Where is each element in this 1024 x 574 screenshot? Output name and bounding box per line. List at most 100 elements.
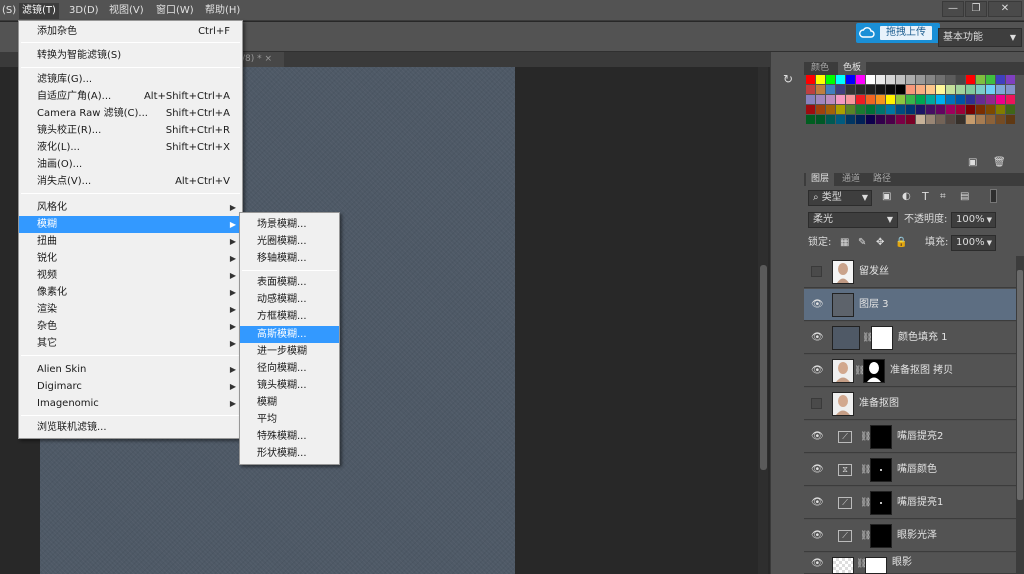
- swatch[interactable]: [996, 75, 1005, 84]
- visibility-toggle[interactable]: [811, 398, 822, 409]
- swatch[interactable]: [826, 105, 835, 114]
- menu-item-filter-gallery[interactable]: 滤镜库(G)...: [19, 71, 242, 88]
- menu-view[interactable]: 视图(V): [106, 3, 147, 19]
- fill-input[interactable]: 100% ▼: [951, 235, 996, 251]
- swatch[interactable]: [826, 85, 835, 94]
- swatch[interactable]: [926, 85, 935, 94]
- swatch[interactable]: [836, 75, 845, 84]
- layer-row[interactable]: 👁 ⟋ ⛓ 嘴唇提亮2: [804, 421, 1016, 453]
- swatch[interactable]: [976, 85, 985, 94]
- swatch[interactable]: [836, 95, 845, 104]
- swatch[interactable]: [1006, 75, 1015, 84]
- submenu-item-box-blur[interactable]: 方框模糊...: [240, 308, 339, 325]
- menu-item-imagenomic[interactable]: Imagenomic ▶: [19, 395, 242, 412]
- submenu-item-blur-more[interactable]: 进一步模糊: [240, 343, 339, 360]
- submenu-item-tilt-shift[interactable]: 移轴模糊...: [240, 250, 339, 267]
- swatch[interactable]: [976, 95, 985, 104]
- swatch[interactable]: [866, 95, 875, 104]
- swatch[interactable]: [1006, 115, 1015, 124]
- tab-layers[interactable]: 图层: [806, 173, 835, 186]
- swatch[interactable]: [896, 115, 905, 124]
- swatch[interactable]: [946, 115, 955, 124]
- swatch[interactable]: [866, 115, 875, 124]
- swatch[interactable]: [816, 115, 825, 124]
- swatch[interactable]: [936, 105, 945, 114]
- swatch[interactable]: [816, 105, 825, 114]
- swatch[interactable]: [946, 85, 955, 94]
- submenu-item-blur[interactable]: 模糊: [240, 394, 339, 411]
- tab-color[interactable]: 颜色: [806, 62, 834, 75]
- swatch[interactable]: [846, 115, 855, 124]
- swatch[interactable]: [966, 95, 975, 104]
- menu-item-lens-correction[interactable]: 镜头校正(R)... Shift+Ctrl+R: [19, 122, 242, 139]
- swatch[interactable]: [876, 115, 885, 124]
- swatch[interactable]: [856, 75, 865, 84]
- menu-item-distort[interactable]: 扭曲 ▶: [19, 233, 242, 250]
- swatch[interactable]: [806, 75, 815, 84]
- swatch[interactable]: [866, 75, 875, 84]
- layer-row[interactable]: 留发丝: [804, 256, 1016, 288]
- layer-row[interactable]: 👁 图层 3: [804, 289, 1016, 321]
- lock-move-icon[interactable]: ✥: [876, 237, 884, 248]
- swatch[interactable]: [896, 85, 905, 94]
- swatch[interactable]: [1006, 95, 1015, 104]
- swatch[interactable]: [886, 115, 895, 124]
- swatch[interactable]: [906, 85, 915, 94]
- swatch[interactable]: [826, 75, 835, 84]
- swatch[interactable]: [856, 105, 865, 114]
- swatch[interactable]: [946, 75, 955, 84]
- swatch[interactable]: [876, 85, 885, 94]
- swatch[interactable]: [846, 105, 855, 114]
- eye-icon[interactable]: 👁: [811, 332, 824, 343]
- menu-select[interactable]: (S): [0, 3, 19, 19]
- smart-object-filter-icon[interactable]: ▤: [960, 191, 969, 202]
- new-swatch-icon[interactable]: ▣: [968, 157, 978, 168]
- layer-row[interactable]: 👁 ⧖ ⛓ 嘴唇颜色: [804, 454, 1016, 486]
- swatch[interactable]: [806, 115, 815, 124]
- swatch[interactable]: [936, 75, 945, 84]
- eye-icon[interactable]: 👁: [811, 365, 824, 376]
- swatch[interactable]: [826, 95, 835, 104]
- swatch[interactable]: [936, 115, 945, 124]
- swatch[interactable]: [966, 75, 975, 84]
- swatch[interactable]: [916, 85, 925, 94]
- swatch[interactable]: [816, 85, 825, 94]
- eye-icon[interactable]: 👁: [811, 431, 824, 442]
- layer-row[interactable]: 👁 ⟋ ⛓ 眼影光泽: [804, 520, 1016, 552]
- opacity-input[interactable]: 100% ▼: [951, 212, 996, 228]
- swatch[interactable]: [836, 85, 845, 94]
- swatch[interactable]: [996, 85, 1005, 94]
- eye-icon[interactable]: 👁: [811, 530, 824, 541]
- submenu-item-average[interactable]: 平均: [240, 411, 339, 428]
- swatch[interactable]: [806, 85, 815, 94]
- menu-filter[interactable]: 滤镜(T): [19, 3, 59, 19]
- menu-item-alien-skin[interactable]: Alien Skin ▶: [19, 361, 242, 378]
- menu-item-pixelate[interactable]: 像素化 ▶: [19, 284, 242, 301]
- swatch[interactable]: [986, 105, 995, 114]
- layer-row[interactable]: 👁 ⟋ ⛓ 嘴唇提亮1: [804, 487, 1016, 519]
- menu-item-vanishing-point[interactable]: 消失点(V)... Alt+Ctrl+V: [19, 173, 242, 190]
- submenu-item-lens-blur[interactable]: 镜头模糊...: [240, 377, 339, 394]
- tab-channels[interactable]: 通道: [837, 173, 865, 186]
- swatch[interactable]: [976, 105, 985, 114]
- submenu-item-field-blur[interactable]: 场景模糊...: [240, 216, 339, 233]
- layers-scrollbar-thumb[interactable]: [1017, 270, 1023, 500]
- filter-toggle-switch[interactable]: [990, 189, 997, 203]
- swatch[interactable]: [926, 105, 935, 114]
- menu-3d[interactable]: 3D(D): [66, 3, 102, 19]
- swatch[interactable]: [856, 95, 865, 104]
- swatch[interactable]: [806, 105, 815, 114]
- swatch[interactable]: [856, 85, 865, 94]
- swatch[interactable]: [886, 75, 895, 84]
- swatch[interactable]: [886, 105, 895, 114]
- menu-item-liquify[interactable]: 液化(L)... Shift+Ctrl+X: [19, 139, 242, 156]
- tab-swatches[interactable]: 色板: [838, 62, 867, 75]
- submenu-item-motion-blur[interactable]: 动感模糊...: [240, 291, 339, 308]
- swatch[interactable]: [936, 95, 945, 104]
- type-filter-icon[interactable]: T: [922, 190, 929, 203]
- swatch[interactable]: [816, 75, 825, 84]
- swatch[interactable]: [836, 115, 845, 124]
- swatch[interactable]: [806, 95, 815, 104]
- swatch[interactable]: [976, 115, 985, 124]
- menu-item-adaptive-wide-angle[interactable]: 自适应广角(A)... Alt+Shift+Ctrl+A: [19, 88, 242, 105]
